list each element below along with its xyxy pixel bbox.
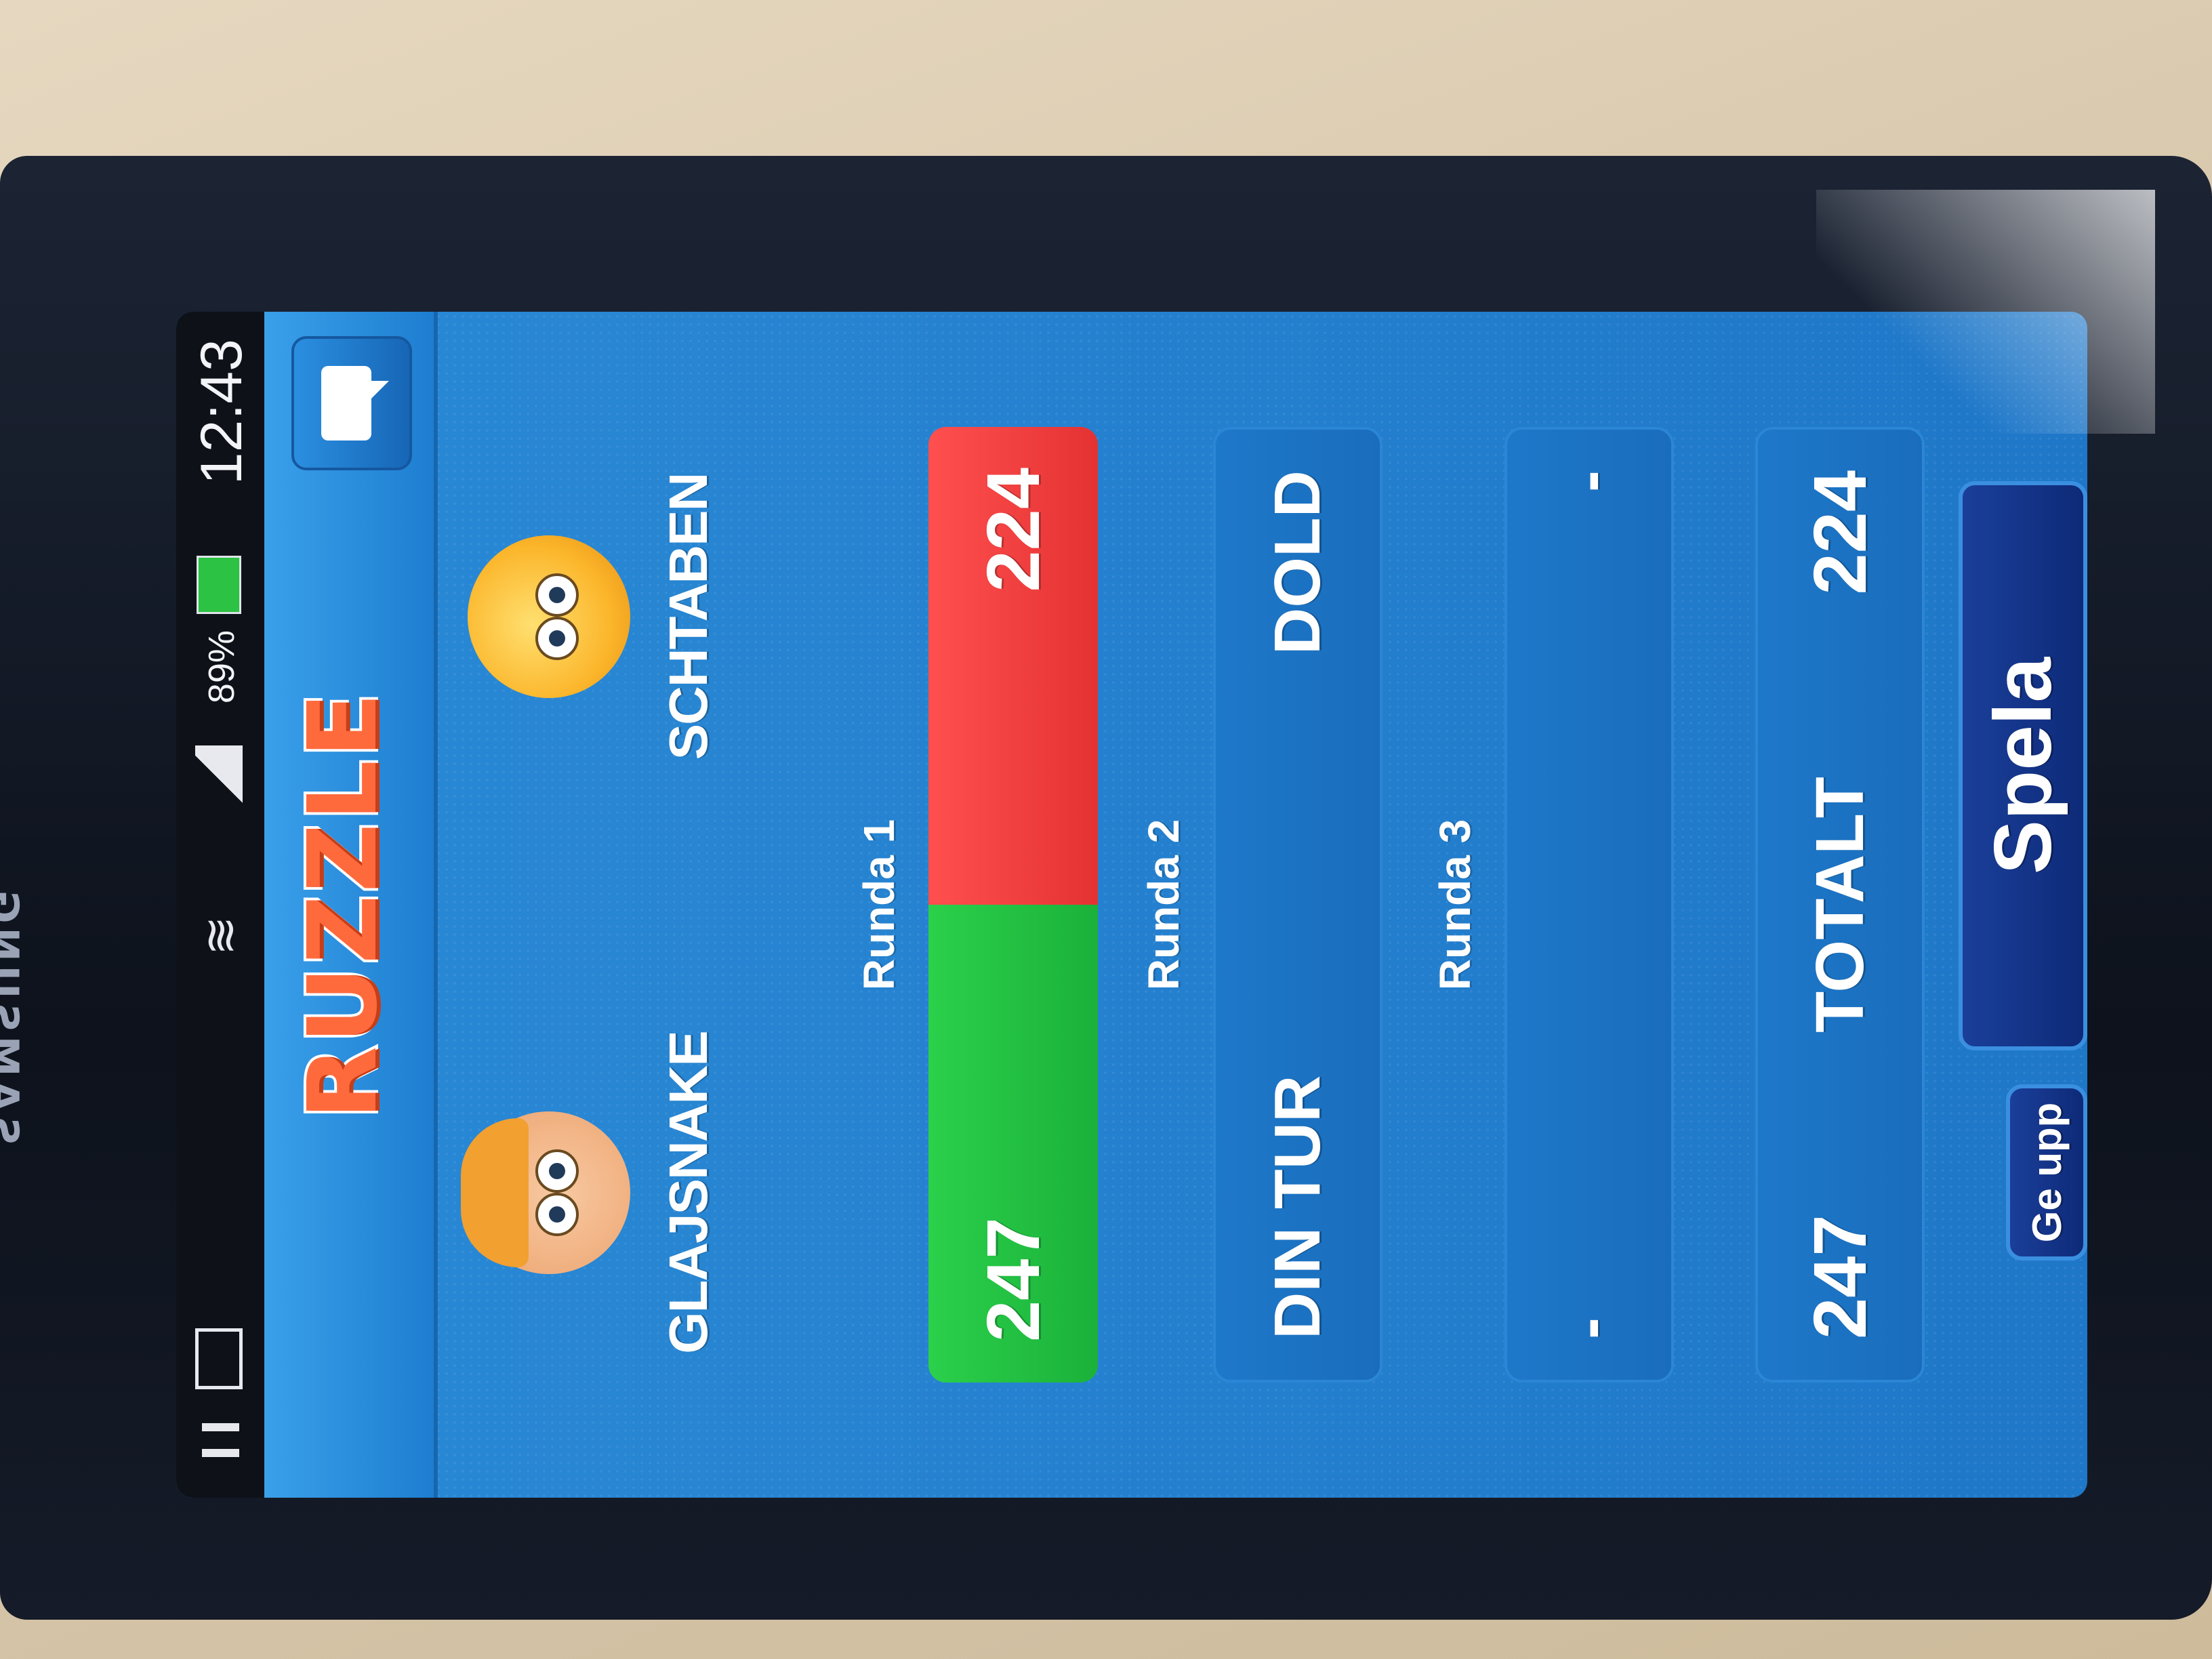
- round-1-left-score: 247: [928, 905, 1098, 1382]
- signal-icon: [195, 745, 243, 813]
- avatar-eye: [535, 617, 579, 660]
- chat-bubble-icon: [321, 366, 371, 441]
- round-2-left-status: DIN TUR: [1261, 1075, 1334, 1339]
- player-right-name: SCHTABEN: [658, 473, 718, 760]
- wifi-icon: ≋: [194, 916, 247, 956]
- app-logo: RUZZLE: [285, 687, 401, 1122]
- battery-icon: [197, 556, 241, 614]
- pause-icon: [202, 1423, 239, 1457]
- avatar-eye: [535, 1193, 579, 1236]
- screen: ≋ 89% 12:43 RUZZLE GLAJSNAKE SCHTABEN Ru…: [176, 312, 2087, 1498]
- status-time: 12:43: [189, 339, 254, 485]
- round-3-left-score: -: [1553, 1317, 1625, 1339]
- round-2-right-status: DOLD: [1261, 470, 1334, 655]
- give-up-button[interactable]: Ge upp: [2006, 1084, 2087, 1261]
- battery-percent: 89%: [201, 630, 242, 704]
- round-3-right-score: -: [1553, 470, 1625, 492]
- mail-icon: [195, 1328, 243, 1389]
- player-left: GLAJSNAKE: [461, 1023, 720, 1362]
- avatar-eye: [535, 1149, 579, 1193]
- phone-brand: SAMSUNG: [0, 886, 27, 1145]
- round-2-row[interactable]: DIN TUR DOLD: [1213, 427, 1382, 1382]
- round-1-row[interactable]: 247 224: [928, 427, 1098, 1382]
- avatar-right[interactable]: [468, 535, 630, 698]
- total-right-score: 224: [1798, 470, 1882, 595]
- avatar-eye: [535, 573, 579, 617]
- status-bar: ≋ 89% 12:43: [176, 312, 264, 1498]
- play-button[interactable]: Spela: [1959, 481, 2087, 1050]
- total-row: 247 TOTALT 224: [1755, 427, 1925, 1382]
- round-3-label: Runda 3: [1431, 819, 1479, 991]
- round-1-right-score: 224: [928, 427, 1098, 905]
- round-1-label: Runda 1: [855, 819, 903, 991]
- player-left-name: GLAJSNAKE: [658, 1031, 718, 1354]
- avatar-hair: [461, 1118, 529, 1267]
- round-3-row: - -: [1504, 427, 1674, 1382]
- round-2-label: Runda 2: [1139, 819, 1188, 991]
- app-header: RUZZLE: [264, 312, 438, 1498]
- chat-button[interactable]: [291, 336, 412, 470]
- player-right: SCHTABEN: [468, 447, 720, 786]
- avatar-left[interactable]: [461, 1111, 630, 1274]
